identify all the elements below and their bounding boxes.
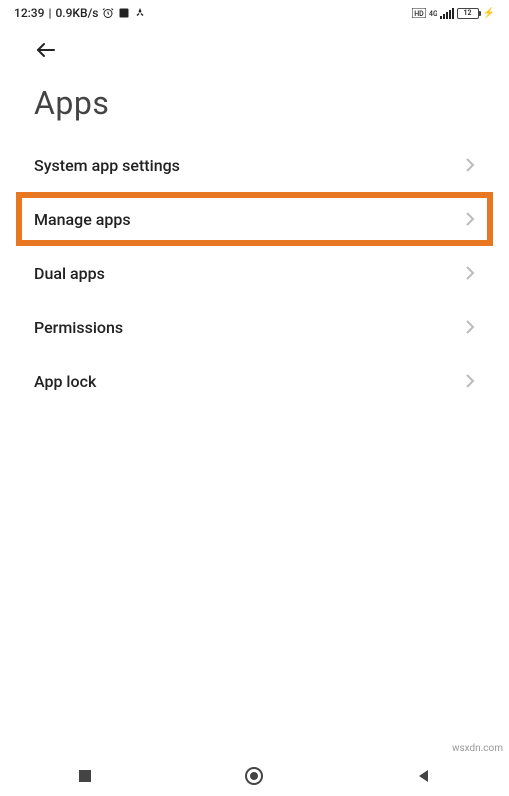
battery-icon: 12 <box>457 8 479 19</box>
svg-text:HD: HD <box>414 10 424 18</box>
back-button[interactable] <box>34 38 58 62</box>
hd-icon: HD <box>412 8 426 18</box>
sync-icon <box>118 7 130 19</box>
chevron-right-icon <box>465 373 475 389</box>
list-item-label: System app settings <box>34 156 180 175</box>
nav-recents-button[interactable] <box>55 756 115 796</box>
alarm-icon <box>102 7 114 19</box>
status-time: 12:39 <box>14 6 44 20</box>
square-icon <box>77 768 93 784</box>
nav-back-button[interactable] <box>394 756 454 796</box>
status-speed: 0.9KB/s <box>55 6 98 20</box>
page-title: Apps <box>0 66 509 138</box>
status-left: 12:39 | 0.9KB/s <box>14 6 146 20</box>
list-item-permissions[interactable]: Permissions <box>0 300 509 354</box>
settings-list: System app settings Manage apps Dual app… <box>0 138 509 408</box>
arrow-left-icon <box>34 38 58 62</box>
status-separator: | <box>48 6 51 20</box>
svg-text:4G: 4G <box>429 10 437 18</box>
status-bar: 12:39 | 0.9KB/s HD 4G 12 ⚡ <box>0 0 509 24</box>
circle-icon <box>244 766 264 786</box>
charging-icon: ⚡ <box>483 8 495 19</box>
rocket-icon <box>134 7 146 19</box>
status-right: HD 4G 12 ⚡ <box>412 8 495 19</box>
list-item-dual-apps[interactable]: Dual apps <box>0 246 509 300</box>
chevron-right-icon <box>465 319 475 335</box>
signal-4g-icon: 4G <box>429 8 437 18</box>
navigation-bar <box>0 756 509 796</box>
chevron-right-icon <box>465 211 475 227</box>
list-item-label: Permissions <box>34 318 123 337</box>
list-item-label: Dual apps <box>34 264 105 283</box>
chevron-right-icon <box>465 157 475 173</box>
list-item-manage-apps[interactable]: Manage apps <box>16 192 493 246</box>
list-item-app-lock[interactable]: App lock <box>0 354 509 408</box>
nav-home-button[interactable] <box>224 756 284 796</box>
list-item-label: Manage apps <box>34 210 131 229</box>
chevron-right-icon <box>465 265 475 281</box>
header <box>0 24 509 66</box>
watermark: wsxdn.com <box>452 743 503 754</box>
list-item-system-app-settings[interactable]: System app settings <box>0 138 509 192</box>
signal-bars-icon <box>440 8 454 19</box>
triangle-left-icon <box>416 768 432 784</box>
list-item-label: App lock <box>34 372 96 391</box>
